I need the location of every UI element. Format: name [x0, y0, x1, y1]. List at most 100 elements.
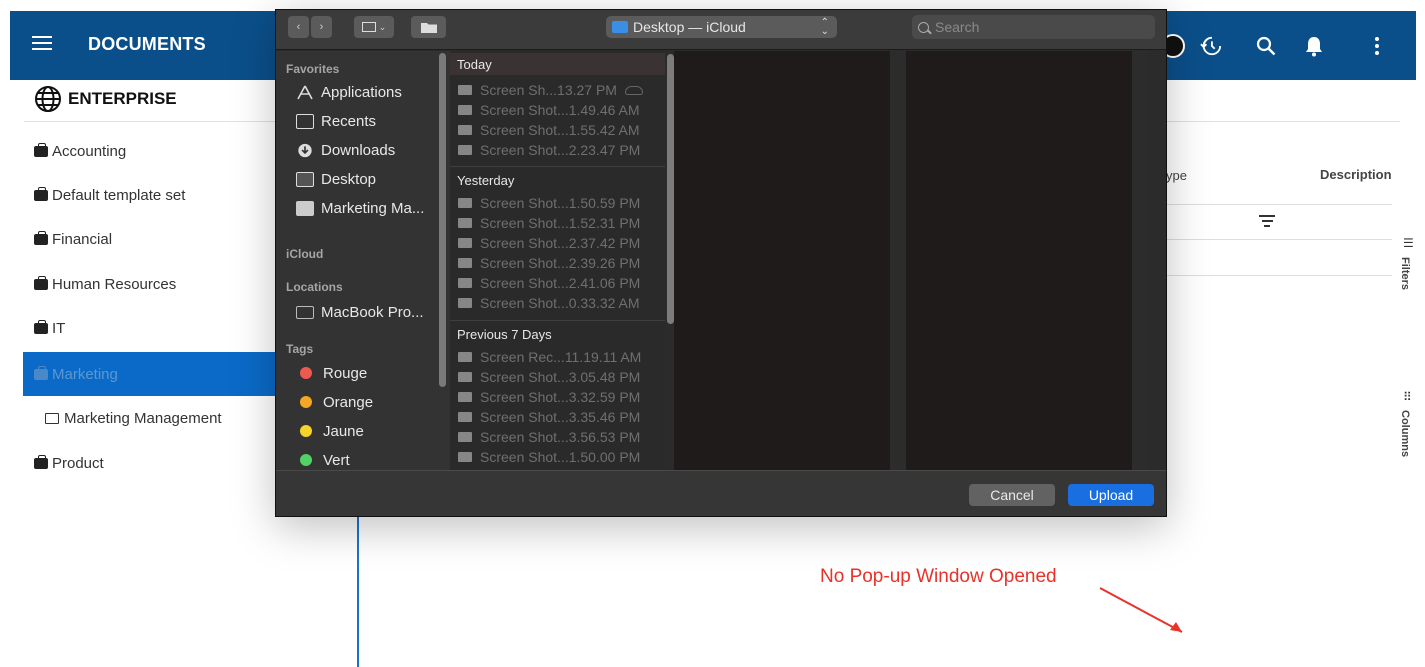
enterprise-label: ENTERPRISE	[68, 89, 177, 108]
screenshot-thumbnail-icon	[458, 452, 472, 462]
recents-icon	[296, 113, 314, 129]
sidebar-label: Downloads	[321, 141, 396, 159]
sidebar-item-desktop[interactable]: Desktop	[296, 167, 376, 191]
sidebar-scrollbar[interactable]	[439, 53, 446, 387]
chevron-left-icon: ‹	[296, 21, 301, 33]
file-item[interactable]: Screen Shot...3.35.46 PM	[458, 407, 640, 427]
columns-grid-icon[interactable]: ⠿	[1403, 390, 1412, 404]
group-divider	[450, 166, 665, 167]
sidebar-item-macbook[interactable]: MacBook Pro...	[296, 300, 424, 324]
file-item[interactable]: Screen Shot...2.37.42 PM	[458, 233, 640, 253]
file-item[interactable]: Screen Shot...2.23.47 PM	[458, 140, 640, 160]
filters-icon[interactable]: ☰	[1403, 236, 1414, 250]
preview-column	[906, 51, 1132, 470]
file-item[interactable]: Screen Shot...1.52.31 PM	[458, 213, 640, 233]
group-header-yesterday: Yesterday	[457, 172, 515, 188]
notifications-bell-icon[interactable]	[1301, 33, 1327, 59]
dialog-footer: Cancel Upload	[276, 470, 1166, 516]
tags-header: Tags	[286, 342, 314, 356]
sidebar-item-downloads[interactable]: Downloads	[296, 138, 395, 162]
columns-side-tab[interactable]: Columns	[1399, 410, 1411, 457]
search-field[interactable]: Search	[912, 15, 1155, 39]
file-name: Screen Shot...3.32.59 PM	[480, 389, 641, 405]
nav-label: Financial	[52, 230, 113, 248]
screenshot-thumbnail-icon	[458, 432, 472, 442]
desktop-icon	[296, 171, 314, 187]
tag-rouge[interactable]: Rouge	[296, 361, 367, 385]
annotation-text: No Pop-up Window Opened	[820, 566, 1057, 587]
finder-sidebar: Favorites Applications Recents Downloads…	[276, 51, 450, 470]
file-item[interactable]: Screen Shot...2.41.06 PM	[458, 273, 640, 293]
tag-vert[interactable]: Vert	[296, 448, 350, 470]
hamburger-menu-icon[interactable]	[32, 33, 52, 53]
cabinet-icon	[34, 142, 48, 157]
new-folder-button[interactable]	[411, 16, 446, 38]
file-item[interactable]: Screen Sh...13.27 PM	[458, 80, 643, 100]
favorites-header: Favorites	[286, 62, 340, 76]
screenshot-thumbnail-icon	[458, 238, 472, 248]
file-item[interactable]: Screen Shot...3.05.48 PM	[458, 367, 640, 387]
file-item[interactable]: Screen Shot...1.55.42 AM	[458, 120, 640, 140]
sidebar-label: MacBook Pro...	[321, 303, 424, 321]
sidebar-item-marketing-folder[interactable]: Marketing Ma...	[296, 196, 424, 220]
sidebar-label: Jaune	[323, 422, 364, 440]
dialog-toolbar: ‹ › ⌄ Desktop — iCloud ⌃ ⌄ Search	[276, 10, 1166, 50]
screenshot-thumbnail-icon	[458, 85, 472, 95]
column-separator[interactable]	[1132, 51, 1148, 470]
file-list-column: Today Screen Sh...13.27 PM Screen Shot..…	[450, 51, 665, 470]
file-name: Screen Rec...11.19.11 AM	[480, 349, 642, 365]
sidebar-label: Desktop	[321, 170, 377, 188]
column-header-type[interactable]: ype	[1166, 168, 1187, 183]
file-item[interactable]: Screen Shot...3.32.59 PM	[458, 387, 640, 407]
tag-orange[interactable]: Orange	[296, 390, 373, 414]
sidebar-item-recents[interactable]: Recents	[296, 109, 376, 133]
tag-dot-icon	[300, 454, 312, 466]
filter-icon[interactable]	[1259, 215, 1275, 227]
file-item[interactable]: Screen Shot...1.50.00 PM	[458, 447, 640, 467]
file-item[interactable]: Screen Shot...1.49.46 AM	[458, 100, 640, 120]
column-separator[interactable]	[890, 51, 906, 470]
file-name: Screen Shot...2.39.26 PM	[480, 255, 641, 271]
cabinet-icon	[34, 319, 48, 334]
laptop-icon	[296, 305, 314, 319]
icloud-header: iCloud	[286, 247, 324, 261]
forward-button[interactable]: ›	[311, 16, 332, 38]
screenshot-thumbnail-icon	[458, 298, 472, 308]
column-header-description[interactable]: Description	[1320, 167, 1392, 182]
file-item[interactable]: Screen Shot...3.56.53 PM	[458, 427, 640, 447]
cabinet-icon	[34, 275, 48, 290]
filters-side-tab[interactable]: Filters	[1399, 257, 1411, 290]
file-name: Screen Shot...2.41.06 PM	[480, 275, 641, 291]
more-vert-icon[interactable]	[1364, 33, 1390, 59]
table-divider	[1166, 204, 1392, 205]
search-icon[interactable]	[1253, 33, 1279, 59]
back-button[interactable]: ‹	[288, 16, 309, 38]
file-picker-dialog: ‹ › ⌄ Desktop — iCloud ⌃ ⌄ Search Favorit…	[275, 9, 1167, 517]
nav-label: Accounting	[52, 142, 127, 160]
history-icon[interactable]	[1198, 33, 1224, 59]
cancel-button[interactable]: Cancel	[969, 484, 1055, 506]
view-mode-button[interactable]: ⌄	[354, 16, 394, 38]
file-name: Screen Shot...2.23.47 PM	[480, 142, 641, 158]
file-item[interactable]: Screen Rec...11.19.11 AM	[458, 347, 641, 367]
file-item[interactable]: Screen Shot...1.50.59 PM	[458, 193, 640, 213]
upload-button[interactable]: Upload	[1068, 484, 1154, 506]
cabinet-icon	[34, 365, 48, 380]
cloud-icon	[624, 85, 643, 95]
file-item[interactable]: Screen Shot...0.33.32 AM	[458, 293, 640, 313]
location-select[interactable]: Desktop — iCloud ⌃ ⌄	[606, 16, 837, 38]
columns-view-icon	[361, 22, 376, 32]
tag-dot-icon	[300, 425, 312, 437]
file-name: Screen Shot...1.52.31 PM	[480, 215, 641, 231]
screenshot-thumbnail-icon	[458, 278, 472, 288]
file-item[interactable]: Screen Shot...2.39.26 PM	[458, 253, 640, 273]
file-name: Screen Shot...0.33.32 AM	[480, 295, 640, 311]
sidebar-item-applications[interactable]: Applications	[296, 80, 402, 104]
desktop-folder-icon	[612, 21, 628, 33]
chevron-down-icon: ⌄	[378, 21, 387, 32]
globe-icon	[35, 86, 61, 112]
file-list-scrollbar[interactable]	[667, 54, 674, 324]
panel-divider-line[interactable]	[357, 515, 359, 667]
tag-jaune[interactable]: Jaune	[296, 419, 364, 443]
file-name: Screen Shot...1.55.42 AM	[480, 122, 640, 138]
